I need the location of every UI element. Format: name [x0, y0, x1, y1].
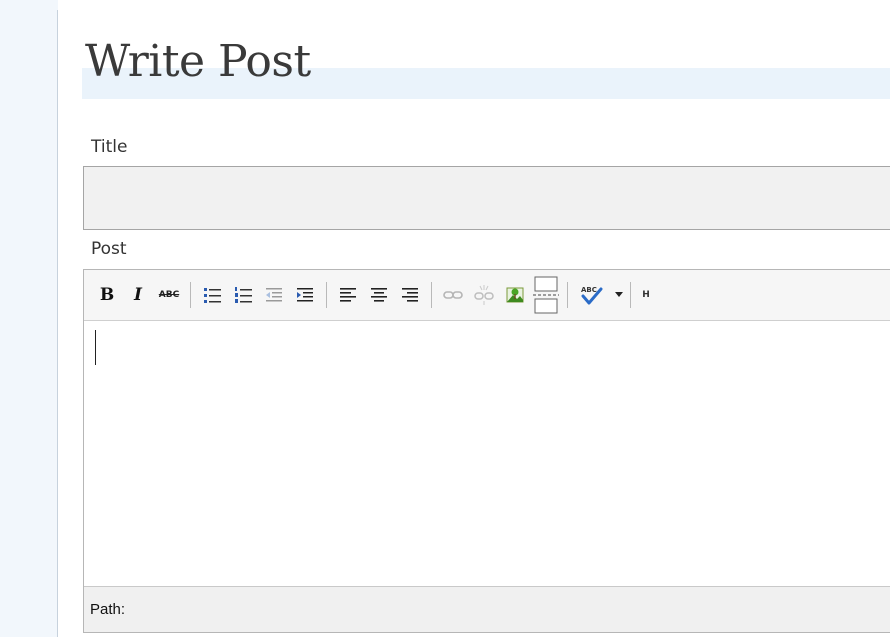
path-label: Path:	[90, 601, 126, 618]
editor-toolbar: B I ABC ABC H	[84, 270, 890, 321]
spellcheck-button[interactable]: ABC	[576, 281, 608, 309]
numbered-list-icon	[235, 287, 252, 303]
indent-icon	[297, 288, 313, 302]
post-field-label: Post	[91, 239, 127, 259]
sidebar-divider	[57, 10, 58, 637]
bullet-list-button[interactable]	[199, 281, 225, 309]
align-right-button[interactable]	[397, 281, 423, 309]
align-center-button[interactable]	[366, 281, 392, 309]
insert-image-button[interactable]	[502, 281, 528, 309]
toolbar-separator	[630, 282, 631, 308]
strikethrough-icon: ABC	[158, 290, 180, 300]
unlink-icon	[474, 285, 494, 305]
spellcheck-dropdown-button[interactable]	[613, 281, 625, 309]
numbered-list-button[interactable]	[230, 281, 256, 309]
link-icon	[443, 291, 463, 299]
post-editor: B I ABC ABC H Path:	[83, 269, 890, 633]
post-content-area[interactable]	[84, 321, 890, 585]
align-center-icon	[371, 288, 387, 302]
unlink-button[interactable]	[471, 281, 497, 309]
outdent-button[interactable]	[261, 281, 287, 309]
italic-button[interactable]: I	[125, 281, 151, 309]
spellcheck-label: ABC	[581, 286, 597, 294]
bold-button[interactable]: B	[94, 281, 120, 309]
image-icon	[506, 287, 524, 303]
insert-link-button[interactable]	[440, 281, 466, 309]
title-input[interactable]	[83, 166, 890, 230]
indent-button[interactable]	[292, 281, 318, 309]
align-right-icon	[402, 288, 418, 302]
toolbar-separator	[567, 282, 568, 308]
bold-icon: B	[99, 285, 115, 305]
align-left-button[interactable]	[335, 281, 361, 309]
outdent-icon	[266, 288, 282, 302]
align-left-icon	[340, 288, 356, 302]
toolbar-separator	[190, 282, 191, 308]
page-title: Write Post	[85, 36, 311, 87]
chevron-down-icon	[615, 292, 623, 297]
bullet-list-icon	[204, 288, 221, 303]
html-source-button[interactable]: H	[639, 281, 653, 309]
html-icon: H	[642, 290, 650, 300]
title-field-label: Title	[91, 137, 128, 157]
page-break-icon	[533, 276, 559, 314]
sidebar-background	[0, 0, 58, 637]
toolbar-separator	[431, 282, 432, 308]
strikethrough-button[interactable]: ABC	[156, 281, 182, 309]
toolbar-separator	[326, 282, 327, 308]
italic-icon: I	[134, 285, 142, 305]
path-status-bar: Path:	[84, 586, 890, 632]
text-cursor	[95, 330, 96, 365]
spellcheck-icon: ABC	[581, 286, 603, 305]
page-break-button[interactable]	[533, 276, 559, 314]
